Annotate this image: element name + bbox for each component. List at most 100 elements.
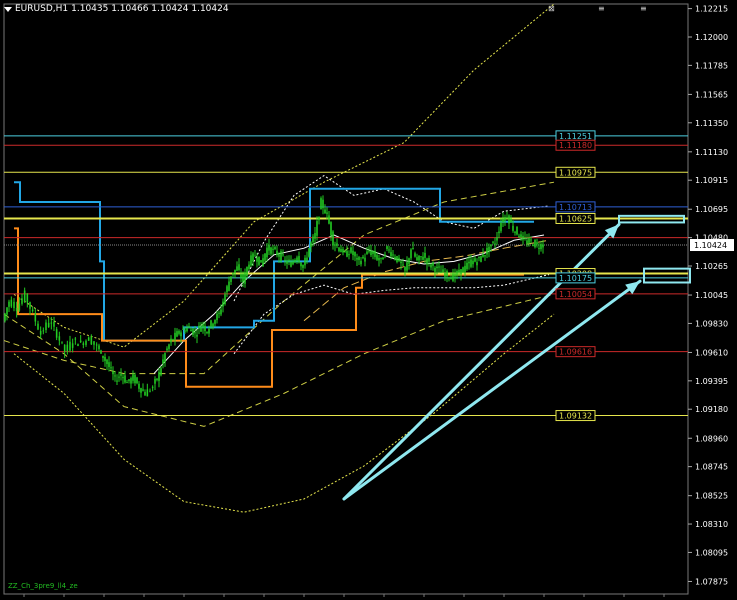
- candle-body: [428, 257, 430, 262]
- candle-body: [368, 250, 370, 252]
- candle-body: [71, 343, 74, 348]
- candle-body: [398, 257, 400, 261]
- candle-body: [4, 313, 6, 321]
- candle-body: [222, 301, 224, 307]
- candle-body: [426, 258, 428, 265]
- candle-body: [290, 261, 292, 267]
- candle-body: [252, 253, 254, 262]
- candle-body: [412, 248, 414, 250]
- candle-body: [118, 376, 120, 378]
- candle-body: [190, 329, 192, 332]
- candle-body: [63, 344, 66, 352]
- candle-body: [320, 198, 322, 210]
- candle-body: [336, 243, 338, 246]
- price-chart[interactable]: 1.12215 1.12000 1.11785 1.11565 1.11350 1.111…: [0, 0, 737, 600]
- candle-body: [254, 255, 256, 257]
- candle-body: [79, 340, 82, 343]
- candle-body: [436, 266, 438, 269]
- candle-body: [452, 273, 454, 281]
- level-label-text: 1.11180: [559, 141, 592, 150]
- candle-body: [77, 344, 79, 347]
- y-tick-label: 1.12000: [695, 33, 728, 42]
- candle-body: [136, 377, 138, 384]
- level-label-text: 1.11251: [559, 132, 592, 141]
- candle-body: [430, 264, 432, 268]
- candle-body: [402, 264, 404, 266]
- candle-body: [55, 329, 58, 338]
- candle-body: [66, 344, 69, 352]
- candle-body: [508, 215, 510, 224]
- close-indicator-icon[interactable]: ⊠: [548, 4, 555, 13]
- candle-body: [246, 266, 248, 276]
- candle-body: [342, 249, 344, 253]
- candle-body: [464, 265, 466, 272]
- candle-body: [149, 390, 151, 392]
- candle-body: [69, 341, 71, 351]
- candle-body: [192, 328, 194, 335]
- candle-body: [504, 217, 506, 221]
- candle-body: [534, 239, 536, 248]
- candle-body: [306, 257, 308, 261]
- menu-icon[interactable]: ≡: [598, 4, 605, 13]
- candle-body: [61, 341, 63, 343]
- candle-body: [382, 257, 384, 260]
- candle-body: [520, 234, 522, 238]
- candle-body: [202, 323, 204, 328]
- candle-body: [158, 371, 160, 381]
- candle-body: [208, 328, 210, 334]
- candle-body: [288, 259, 290, 262]
- candle-body: [112, 371, 114, 375]
- candle-body: [392, 254, 394, 256]
- candle-body: [486, 247, 488, 255]
- candle-body: [420, 256, 422, 258]
- candle-body: [518, 235, 520, 238]
- candle-body: [220, 309, 222, 315]
- dropdown-triangle-icon[interactable]: [4, 6, 12, 12]
- level-label-text: 1.09132: [559, 412, 592, 421]
- y-tick-label: 1.08310: [695, 520, 728, 529]
- candle-body: [186, 328, 188, 332]
- candle-body: [454, 273, 456, 277]
- candle-body: [470, 259, 472, 267]
- candle-body: [286, 260, 288, 264]
- candle-body: [82, 343, 85, 346]
- candle-body: [332, 231, 334, 246]
- candle-body: [242, 273, 244, 282]
- y-tick-label: 1.08960: [695, 434, 728, 443]
- candle-body: [258, 256, 260, 265]
- candle-body: [226, 286, 228, 293]
- candle-body: [85, 340, 87, 345]
- candle-body: [214, 319, 216, 324]
- y-tick-label: 1.09180: [695, 405, 728, 414]
- candle-body: [106, 359, 108, 365]
- candle-body: [488, 246, 490, 252]
- candle-body: [358, 257, 360, 260]
- candle-body: [372, 250, 374, 255]
- candle-body: [170, 338, 172, 343]
- candle-body: [352, 250, 354, 256]
- candle-body: [274, 247, 276, 250]
- candle-body: [512, 225, 514, 231]
- candle-body: [23, 290, 26, 302]
- candle-body: [34, 313, 37, 322]
- candle-body: [510, 218, 512, 223]
- candle-body: [298, 256, 300, 263]
- candle-body: [308, 248, 310, 257]
- candle-body: [440, 271, 442, 273]
- candle-body: [230, 276, 232, 282]
- candle-body: [514, 231, 516, 233]
- candle-body: [10, 299, 13, 307]
- candle-body: [93, 341, 95, 345]
- candle-body: [506, 217, 508, 219]
- candle-body: [87, 337, 90, 341]
- chart-header: EURUSD,H1 1.10435 1.10466 1.10424 1.1042…: [4, 4, 229, 14]
- candle-body: [364, 257, 366, 262]
- candle-body: [478, 256, 480, 259]
- candle-body: [104, 356, 106, 361]
- y-tick-label: 1.10915: [695, 176, 728, 185]
- candle-body: [266, 247, 268, 258]
- candle-body: [128, 379, 130, 381]
- candle-body: [356, 257, 358, 260]
- menu-icon-2[interactable]: ≡: [640, 4, 647, 13]
- candle-body: [530, 239, 532, 241]
